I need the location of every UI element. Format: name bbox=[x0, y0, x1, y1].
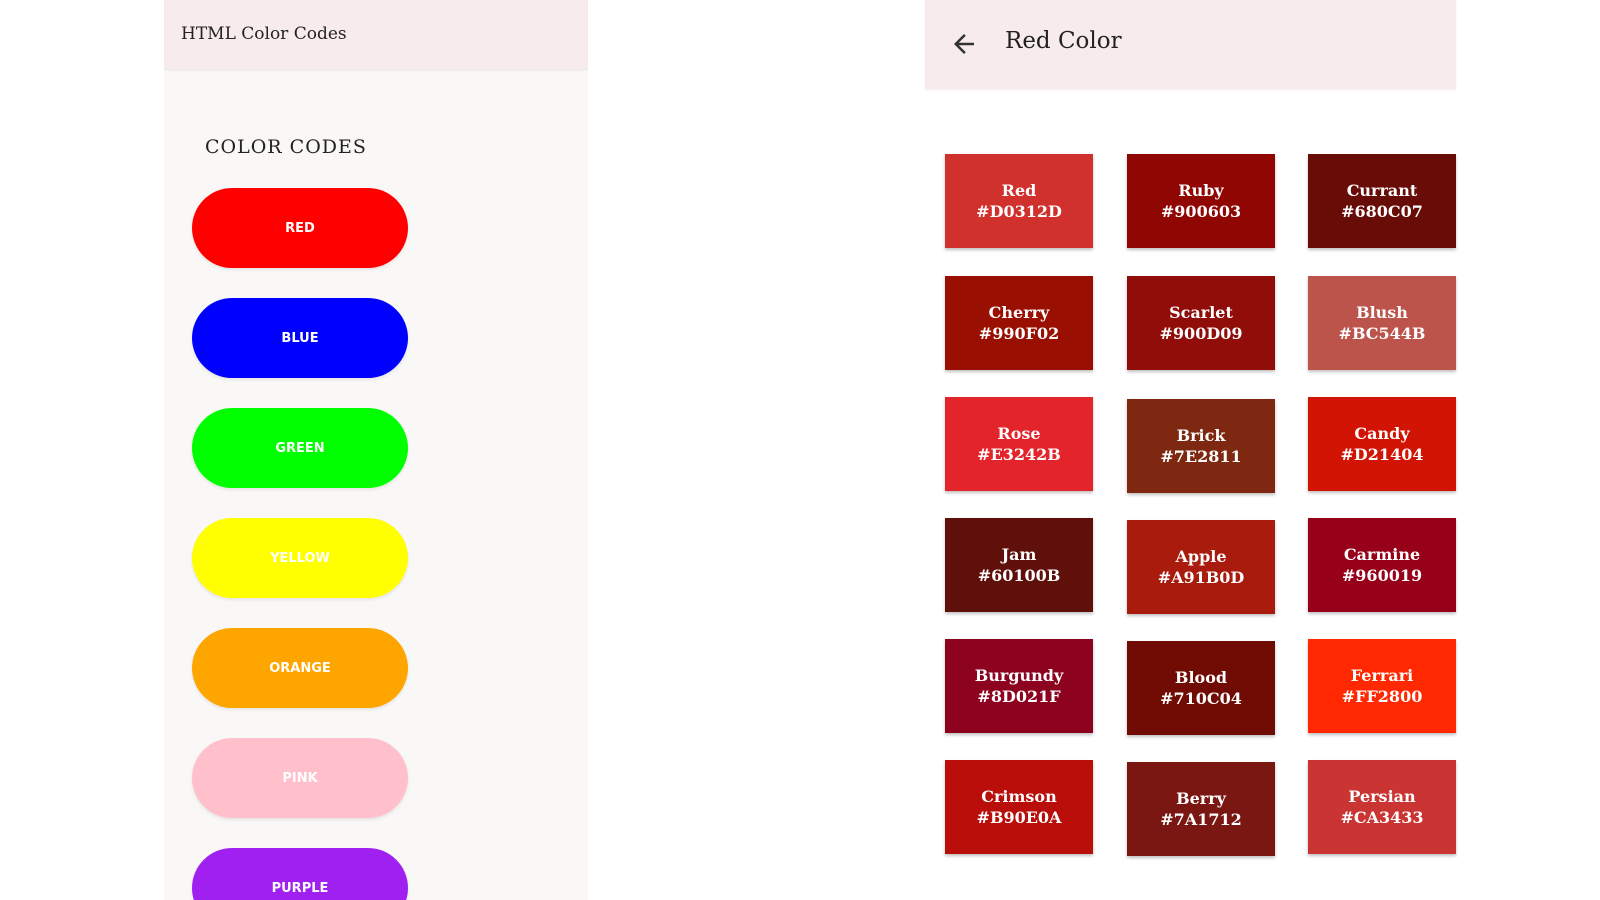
color-button-label: RED bbox=[285, 220, 315, 236]
swatch-scarlet[interactable]: Scarlet #900D09 bbox=[1127, 276, 1275, 370]
swatch-name: Rose bbox=[997, 424, 1041, 443]
swatch-candy[interactable]: Candy #D21404 bbox=[1308, 397, 1456, 491]
swatch-code: #D0312D bbox=[976, 202, 1062, 221]
swatch-code: #60100B bbox=[977, 566, 1061, 585]
color-button-yellow[interactable]: YELLOW bbox=[192, 518, 408, 598]
swatch-jam[interactable]: Jam #60100B bbox=[945, 518, 1093, 612]
swatch-name: Red bbox=[1001, 181, 1037, 200]
swatch-blood[interactable]: Blood #710C04 bbox=[1127, 641, 1275, 735]
app-title: HTML Color Codes bbox=[181, 24, 347, 44]
swatch-brick[interactable]: Brick #7E2811 bbox=[1127, 399, 1275, 493]
swatch-code: #680C07 bbox=[1341, 202, 1423, 221]
swatch-code: #7E2811 bbox=[1160, 447, 1242, 466]
swatch-name: Berry bbox=[1176, 789, 1226, 808]
swatch-name: Carmine bbox=[1343, 545, 1421, 564]
swatch-code: #E3242B bbox=[977, 445, 1061, 464]
swatch-burgundy[interactable]: Burgundy #8D021F bbox=[945, 639, 1093, 733]
swatch-name: Burgundy bbox=[974, 666, 1064, 685]
color-button-pink[interactable]: PINK bbox=[192, 738, 408, 818]
swatch-code: #710C04 bbox=[1160, 689, 1242, 708]
swatch-code: #A91B0D bbox=[1157, 568, 1245, 587]
color-button-purple[interactable]: PURPLE bbox=[192, 848, 408, 900]
color-button-label: ORANGE bbox=[269, 660, 331, 676]
swatch-crimson[interactable]: Crimson #B90E0A bbox=[945, 760, 1093, 854]
swatch-apple[interactable]: Apple #A91B0D bbox=[1127, 520, 1275, 614]
swatch-name: Cherry bbox=[988, 303, 1050, 322]
swatch-carmine[interactable]: Carmine #960019 bbox=[1308, 518, 1456, 612]
swatch-name: Currant bbox=[1346, 181, 1418, 200]
swatch-code: #960019 bbox=[1341, 566, 1423, 585]
color-button-orange[interactable]: ORANGE bbox=[192, 628, 408, 708]
color-button-label: PURPLE bbox=[271, 880, 329, 896]
swatch-berry[interactable]: Berry #7A1712 bbox=[1127, 762, 1275, 856]
swatch-blush[interactable]: Blush #BC544B bbox=[1308, 276, 1456, 370]
color-button-label: PINK bbox=[282, 770, 318, 786]
swatch-code: #B90E0A bbox=[976, 808, 1062, 827]
swatch-ruby[interactable]: Ruby #900603 bbox=[1127, 154, 1275, 248]
app-bar: HTML Color Codes bbox=[164, 0, 588, 69]
color-button-blue[interactable]: BLUE bbox=[192, 298, 408, 378]
swatch-name: Candy bbox=[1354, 424, 1410, 443]
swatch-name: Ruby bbox=[1178, 181, 1224, 200]
swatch-name: Persian bbox=[1348, 787, 1416, 806]
swatch-currant[interactable]: Currant #680C07 bbox=[1308, 154, 1456, 248]
swatch-code: #8D021F bbox=[977, 687, 1061, 706]
swatch-rose[interactable]: Rose #E3242B bbox=[945, 397, 1093, 491]
swatch-name: Blood bbox=[1174, 668, 1228, 687]
screen-title: Red Color bbox=[1005, 28, 1122, 54]
swatch-code: #900603 bbox=[1160, 202, 1242, 221]
swatch-red[interactable]: Red #D0312D bbox=[945, 154, 1093, 248]
swatch-name: Jam bbox=[1001, 545, 1037, 564]
red-color-screen: Red Color Red #D0312D Ruby #900603 Curra… bbox=[925, 0, 1456, 900]
swatch-name: Crimson bbox=[981, 787, 1057, 806]
app-bar: Red Color bbox=[925, 0, 1456, 89]
swatch-code: #D21404 bbox=[1340, 445, 1424, 464]
swatch-name: Blush bbox=[1356, 303, 1408, 322]
swatch-code: #BC544B bbox=[1338, 324, 1426, 343]
swatch-code: #990F02 bbox=[978, 324, 1060, 343]
arrow-left-icon[interactable] bbox=[949, 29, 979, 59]
swatch-name: Ferrari bbox=[1350, 666, 1414, 685]
color-button-label: GREEN bbox=[275, 440, 325, 456]
color-codes-screen: HTML Color Codes COLOR CODES RED BLUE GR… bbox=[164, 0, 588, 900]
swatch-name: Apple bbox=[1175, 547, 1227, 566]
swatch-name: Brick bbox=[1176, 426, 1226, 445]
color-button-red[interactable]: RED bbox=[192, 188, 408, 268]
color-button-label: BLUE bbox=[281, 330, 319, 346]
swatch-cherry[interactable]: Cherry #990F02 bbox=[945, 276, 1093, 370]
swatch-name: Scarlet bbox=[1169, 303, 1233, 322]
section-title: COLOR CODES bbox=[205, 136, 367, 158]
swatch-code: #7A1712 bbox=[1160, 810, 1242, 829]
swatch-ferrari[interactable]: Ferrari #FF2800 bbox=[1308, 639, 1456, 733]
swatch-code: #900D09 bbox=[1159, 324, 1243, 343]
color-button-green[interactable]: GREEN bbox=[192, 408, 408, 488]
swatch-persian[interactable]: Persian #CA3433 bbox=[1308, 760, 1456, 854]
swatch-code: #CA3433 bbox=[1340, 808, 1424, 827]
color-button-label: YELLOW bbox=[270, 550, 330, 566]
swatch-code: #FF2800 bbox=[1341, 687, 1423, 706]
